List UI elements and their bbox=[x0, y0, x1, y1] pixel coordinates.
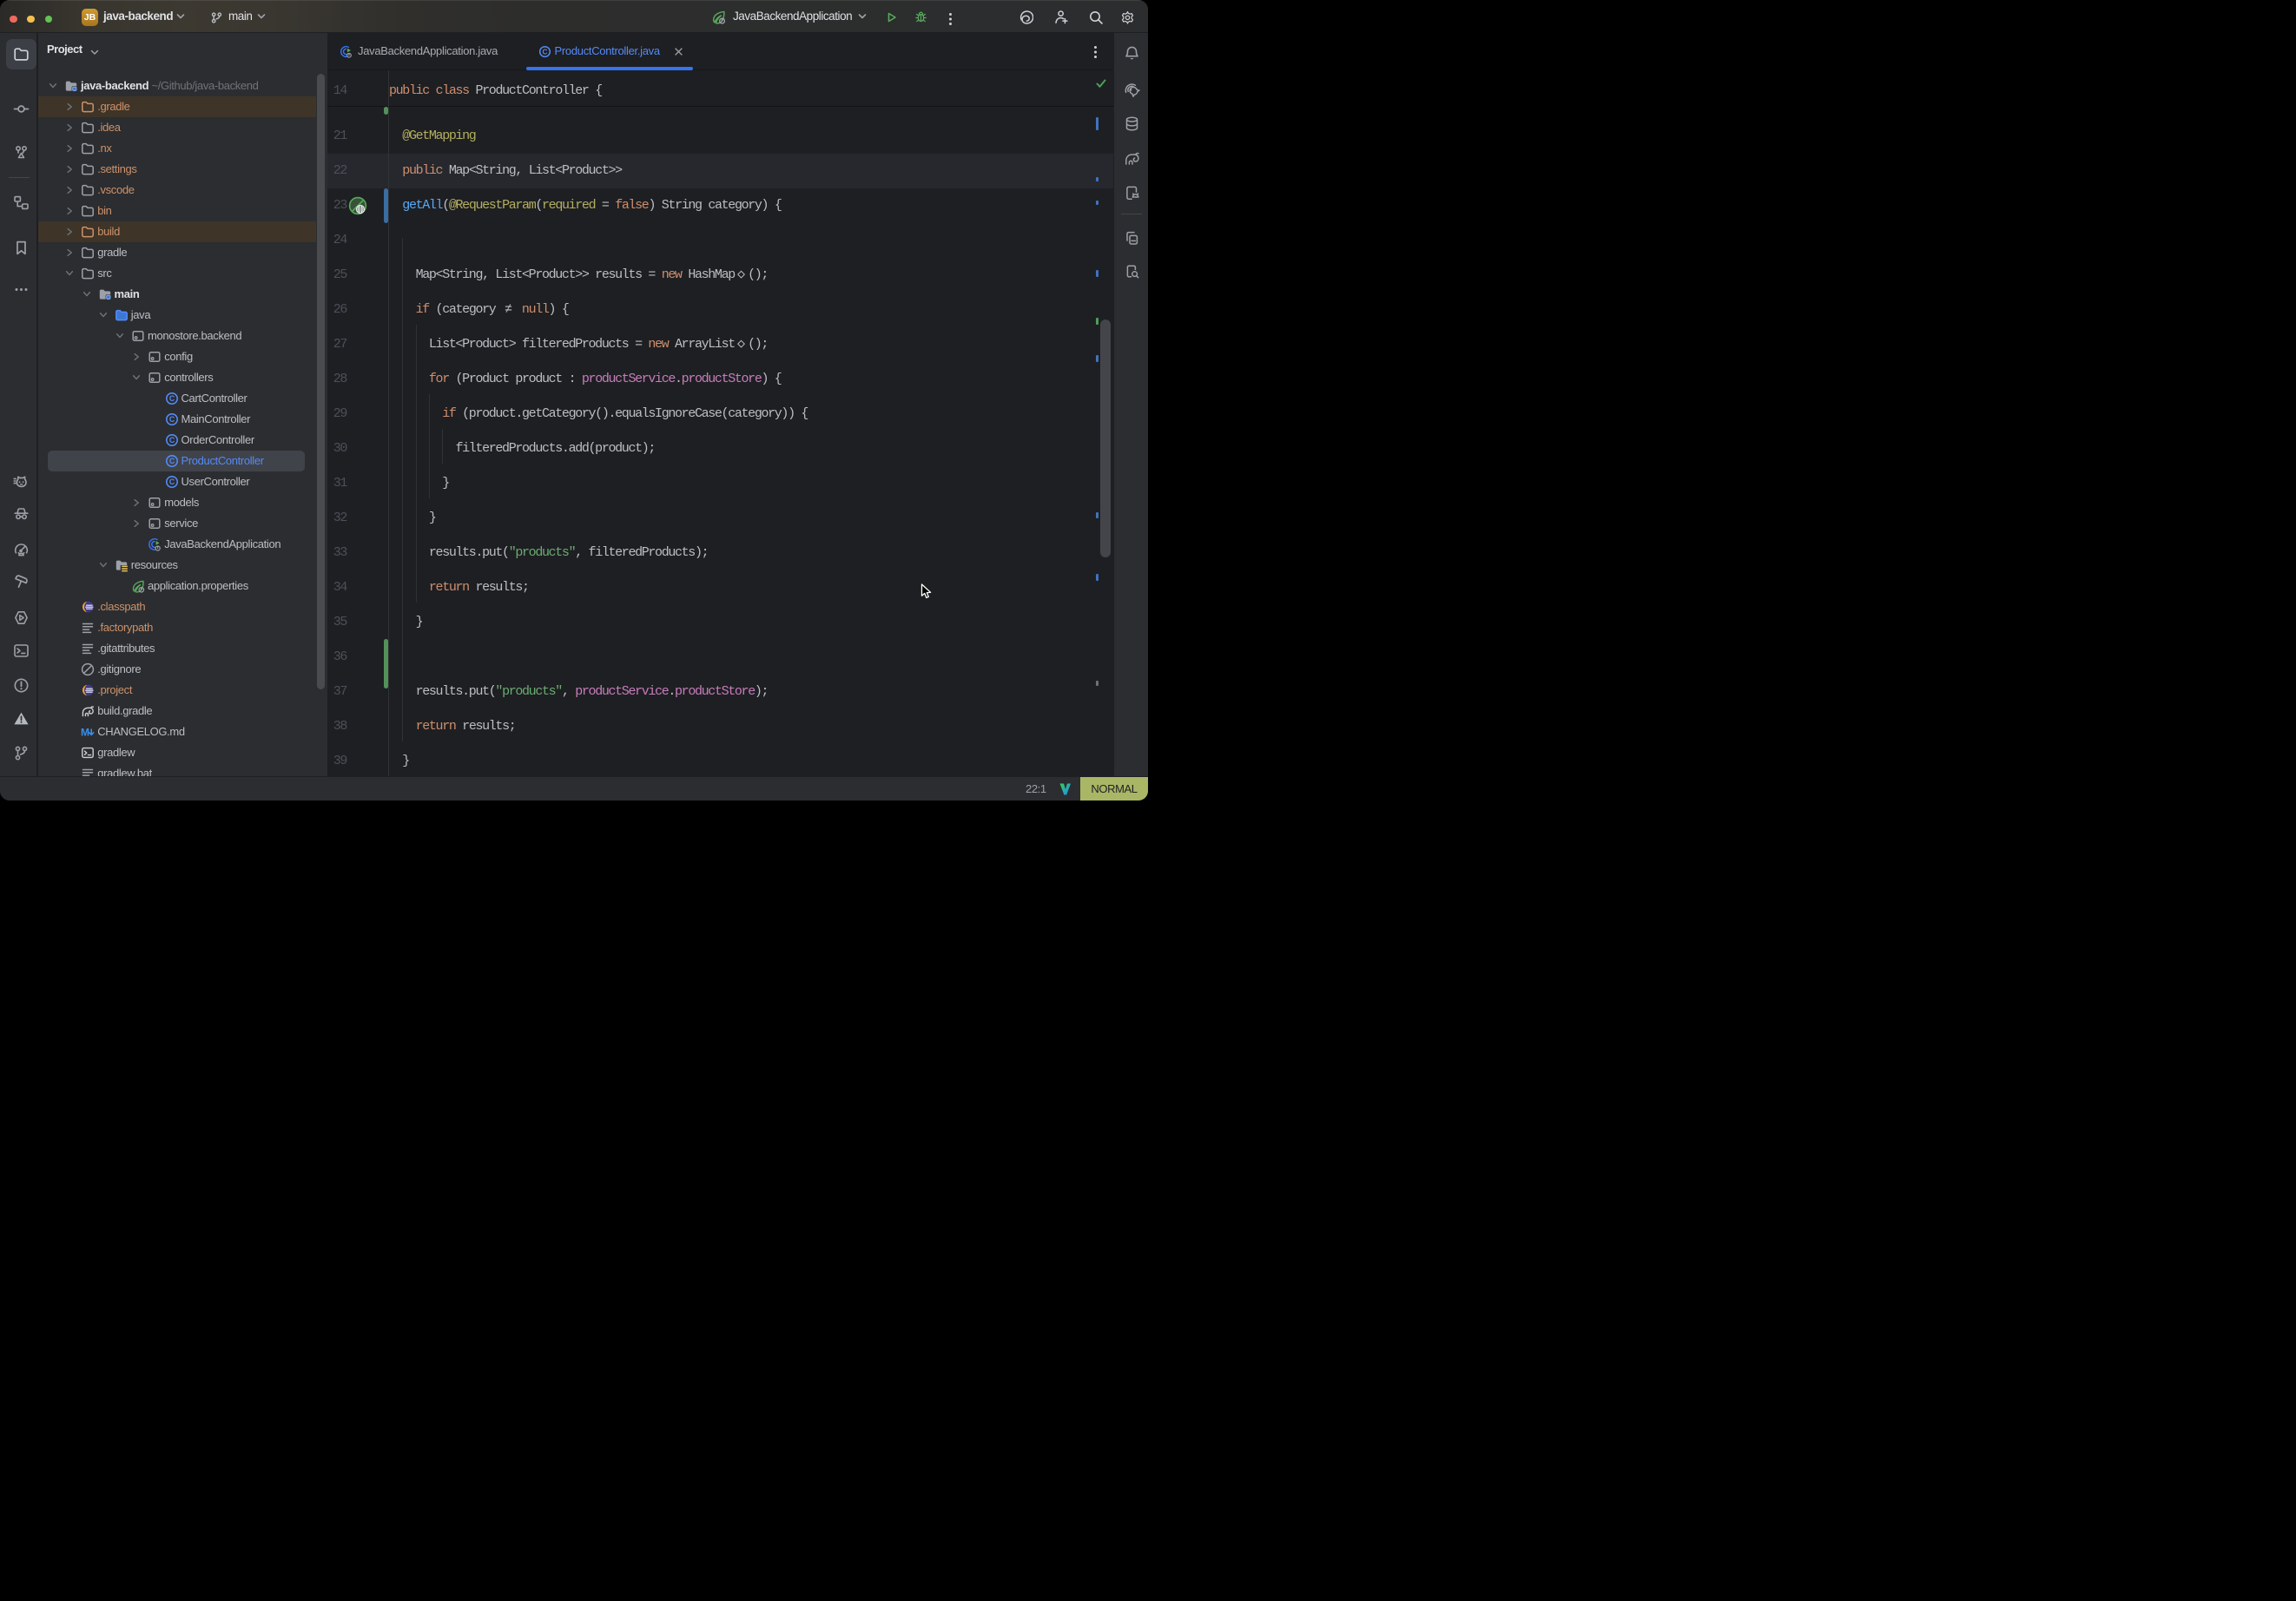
svg-text:C: C bbox=[168, 436, 175, 445]
svg-text:M: M bbox=[81, 726, 89, 738]
svg-text:C: C bbox=[168, 478, 175, 486]
svg-text:C: C bbox=[168, 457, 175, 465]
svg-text:C: C bbox=[168, 415, 175, 424]
svg-text:C: C bbox=[168, 394, 175, 403]
